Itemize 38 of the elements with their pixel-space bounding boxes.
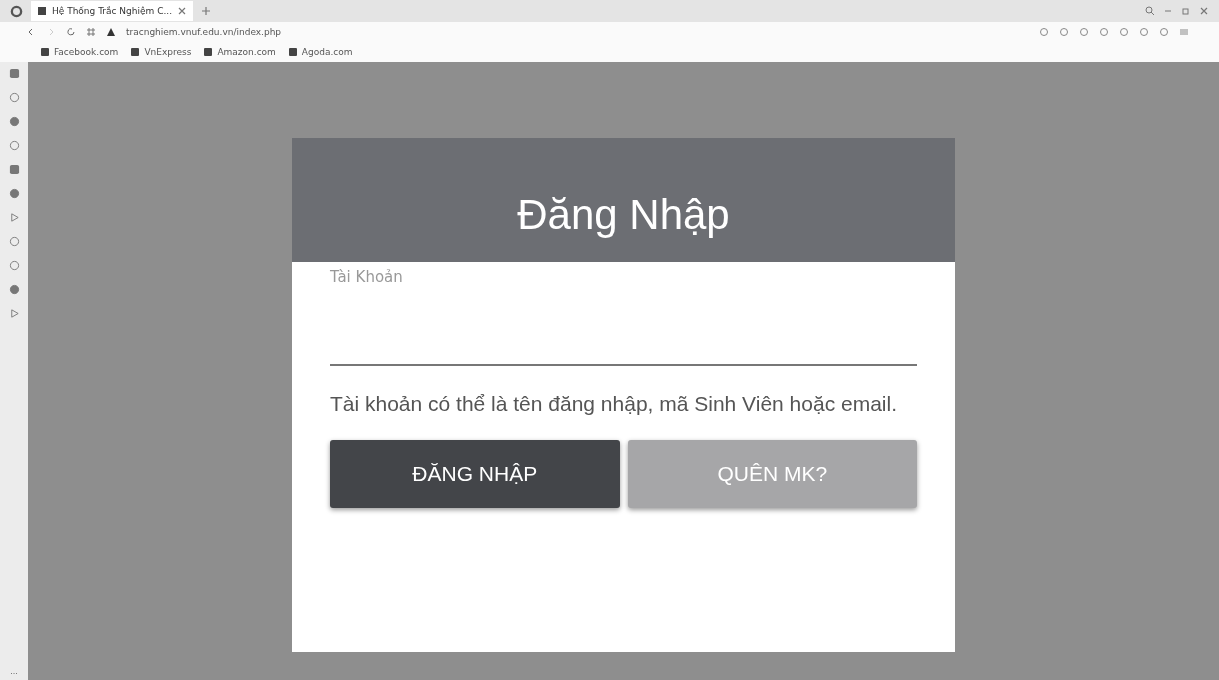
login-title: Đăng Nhập <box>517 190 730 239</box>
sidebar-icon[interactable] <box>8 68 20 79</box>
new-tab-icon[interactable] <box>201 6 212 16</box>
field-label: Tài Khoản <box>330 268 404 286</box>
sidebar-icon[interactable] <box>8 284 20 295</box>
more-icon[interactable]: ... <box>10 667 18 680</box>
page-icon <box>37 6 47 16</box>
bookmark-icon <box>203 47 214 57</box>
browser-tab[interactable]: Hệ Thống Trắc Nghiệm C... <box>31 1 194 21</box>
play-icon[interactable] <box>8 212 20 223</box>
help-text: Tài khoản có thể là tên đăng nhập, mã Sinh Viên hoặc email. <box>330 391 898 417</box>
sidebar-icon[interactable] <box>8 164 20 175</box>
sidebar-icon[interactable] <box>8 260 20 271</box>
login-button[interactable]: ĐĂNG NHẬP <box>330 440 620 508</box>
tab-title: Hệ Thống Trắc Nghiệm C... <box>52 6 173 16</box>
bookmark-icon <box>287 47 298 57</box>
close-icon[interactable] <box>177 6 188 16</box>
sidebar-icon[interactable] <box>8 188 20 199</box>
close-icon[interactable] <box>1199 6 1209 16</box>
bookmark-icon <box>130 47 141 57</box>
bookmark-item[interactable]: Agoda.com <box>301 47 353 57</box>
bookmark-icon <box>40 47 50 57</box>
warning-icon <box>106 27 116 37</box>
sidebar-icon[interactable] <box>8 116 20 127</box>
grid-icon[interactable] <box>86 27 96 37</box>
restore-icon[interactable] <box>1181 6 1191 16</box>
menu-icon[interactable] <box>1179 27 1189 37</box>
bookmark-item[interactable]: VnExpress <box>144 47 192 57</box>
reload-icon[interactable] <box>66 27 76 37</box>
bookmark-item[interactable]: Amazon.com <box>217 47 276 57</box>
search-icon[interactable] <box>1145 6 1155 16</box>
sidebar-icon[interactable] <box>8 236 20 247</box>
url-field[interactable]: tracnghiem.vnuf.edu.vn/index.php <box>126 27 282 37</box>
browser-logo-icon[interactable] <box>10 4 23 18</box>
sidebar-icon[interactable] <box>8 140 20 151</box>
sidebar-icon[interactable] <box>8 92 20 103</box>
sidebar-icon[interactable] <box>8 308 20 319</box>
bookmark-item[interactable]: Facebook.com <box>54 47 119 57</box>
